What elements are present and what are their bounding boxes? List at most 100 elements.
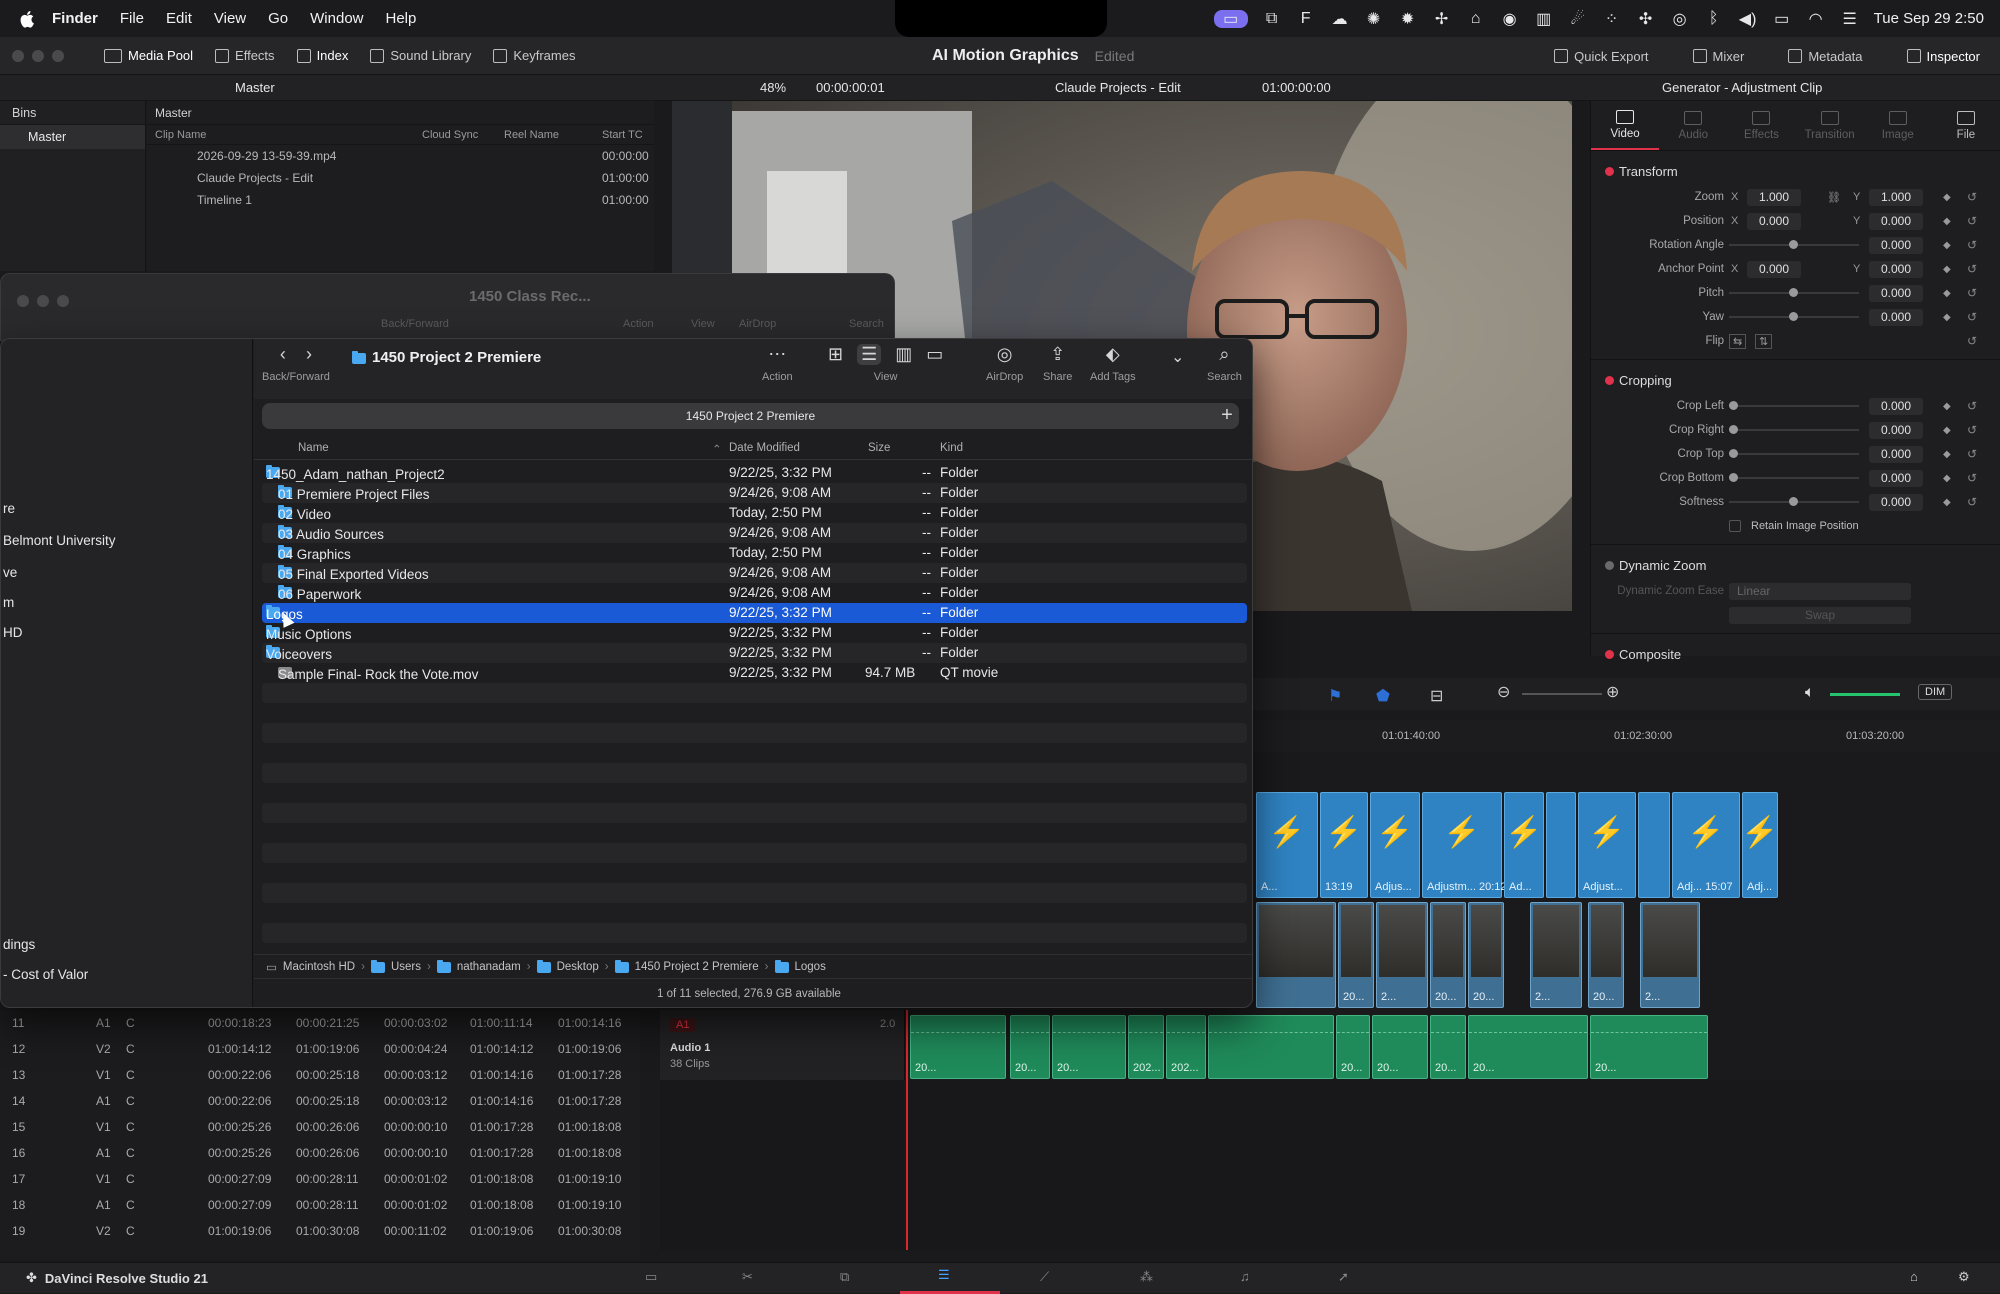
reset-icon[interactable]: ↺ xyxy=(1967,286,1977,300)
index-row[interactable]: 16 A1 C 00:00:25:26 00:00:26:06 00:00:00:10 01… xyxy=(0,1140,640,1166)
file-row[interactable]: Sample Final- Rock the Vote.mov 9/22/25, … xyxy=(262,663,1247,683)
index-row[interactable]: 14 A1 C 00:00:22:06 00:00:25:18 00:00:03:12 01… xyxy=(0,1088,640,1114)
transform-enable-toggle[interactable] xyxy=(1605,167,1614,176)
audio-track-id[interactable]: A1 xyxy=(670,1018,696,1032)
menu-edit[interactable]: Edit xyxy=(166,10,192,27)
font-app-icon[interactable]: F xyxy=(1296,10,1316,28)
keyframe-icon[interactable]: ◆ xyxy=(1943,497,1951,508)
wifi-icon[interactable]: ◠ xyxy=(1806,10,1826,28)
sidebar-item[interactable]: dings xyxy=(3,937,35,952)
finder-tab[interactable]: 1450 Project 2 Premiere xyxy=(262,403,1239,429)
viewer-zoom[interactable]: 48% xyxy=(760,80,786,95)
crop-left-slider[interactable] xyxy=(1729,401,1859,410)
volume-slider[interactable] xyxy=(1830,693,1900,696)
adjustment-clip[interactable]: ⚡ Adj... 15:07 xyxy=(1672,792,1740,898)
file-row[interactable]: ›04 GraphicsToday, 2:50 PM--Folder xyxy=(262,543,1247,563)
crop-bottom-field[interactable]: 0.000 xyxy=(1869,469,1923,487)
volume-icon[interactable]: ◀) xyxy=(1738,10,1758,28)
sidebar-item[interactable]: - Cost of Valor xyxy=(3,967,88,982)
marker-icon[interactable]: ⬟ xyxy=(1376,686,1390,706)
tab-video[interactable]: Video xyxy=(1591,101,1660,150)
camera-icon[interactable]: ◉ xyxy=(1500,10,1520,28)
menu-window[interactable]: Window xyxy=(310,10,363,27)
dynamic-zoom-section[interactable]: Dynamic Zoom xyxy=(1591,551,2000,579)
reset-icon[interactable]: ↺ xyxy=(1967,471,1977,485)
file-row[interactable]: ›02 VideoToday, 2:50 PM--Folder xyxy=(262,503,1247,523)
col-name[interactable]: Name xyxy=(298,442,329,454)
menu-clock[interactable]: Tue Sep 29 2:50 xyxy=(1874,10,1984,27)
file-row[interactable]: ›Voiceovers9/22/25, 3:32 PM--Folder xyxy=(262,643,1247,663)
col-clip-name[interactable]: Clip Name xyxy=(147,129,422,141)
mixer-toggle[interactable]: Mixer xyxy=(1692,49,1744,64)
quick-export-button[interactable]: Quick Export xyxy=(1554,49,1649,64)
path-item[interactable]: Macintosh HD xyxy=(283,961,355,973)
composite-section[interactable]: Composite xyxy=(1591,640,2000,668)
media-pool-row[interactable]: Timeline 1 01:00:00 xyxy=(147,189,654,211)
menu-file[interactable]: File xyxy=(120,10,144,27)
zoom-y-field[interactable]: 1.000 xyxy=(1869,188,1923,206)
dynamic-zoom-enable-toggle[interactable] xyxy=(1605,561,1614,570)
keyframe-icon[interactable]: ◆ xyxy=(1943,192,1951,203)
home-icon[interactable]: ⌂ xyxy=(1910,1269,1918,1284)
gamepad-icon[interactable]: ✣ xyxy=(1636,10,1656,28)
spark-icon[interactable]: ✺ xyxy=(1364,10,1384,28)
cloud-app-icon[interactable]: ☁ xyxy=(1330,10,1350,28)
zoom-in-icon[interactable]: ⊕ xyxy=(1606,682,1619,702)
drive-icon[interactable]: ⌂ xyxy=(1466,10,1486,28)
bin-master[interactable]: Master xyxy=(0,125,145,149)
zoom-out-icon[interactable]: ⊖ xyxy=(1497,682,1510,702)
media-pool-row[interactable]: Claude Projects - Edit 01:00:00 xyxy=(147,167,654,189)
path-item[interactable]: Logos xyxy=(795,961,826,973)
sidebar-item[interactable]: m xyxy=(3,595,14,610)
media-page-icon[interactable]: ▭ xyxy=(645,1269,657,1285)
creative-cloud-icon[interactable]: ☄ xyxy=(1568,10,1588,28)
metadata-toggle[interactable]: Metadata xyxy=(1788,49,1863,64)
adjustment-clip[interactable]: ⚡ 13:19 xyxy=(1320,792,1368,898)
window-minimize-button[interactable] xyxy=(32,49,44,62)
media-pool-toggle[interactable]: Media Pool xyxy=(104,48,193,63)
media-pool-row[interactable]: 2026-09-29 13-59-39.mp4 00:00:00 xyxy=(147,145,654,167)
col-kind[interactable]: Kind xyxy=(940,442,963,454)
background-finder-window[interactable]: 1450 Class Rec... Back/Forward Action Vi… xyxy=(0,273,895,341)
audio-clip[interactable]: 20... xyxy=(1372,1015,1428,1079)
rotation-field[interactable]: 0.000 xyxy=(1869,236,1923,254)
crop-right-field[interactable]: 0.000 xyxy=(1869,421,1923,439)
fairlight-page-icon[interactable]: ♫ xyxy=(1240,1269,1250,1284)
col-date-modified[interactable]: Date Modified xyxy=(729,442,800,454)
reset-icon[interactable]: ↺ xyxy=(1967,238,1977,252)
reset-icon[interactable]: ↺ xyxy=(1967,310,1977,324)
reset-icon[interactable]: ↺ xyxy=(1967,495,1977,509)
tab-effects[interactable]: Effects xyxy=(1727,101,1795,150)
battery-icon[interactable]: ▭ xyxy=(1772,10,1792,28)
tab-file[interactable]: File xyxy=(1932,101,2000,150)
yaw-slider[interactable] xyxy=(1729,312,1859,321)
window-close-button[interactable] xyxy=(12,49,24,62)
path-item[interactable]: Users xyxy=(391,961,421,973)
finder-window[interactable]: re Belmont University ve m HD dings - Co… xyxy=(0,338,1253,1008)
position-y-field[interactable]: 0.000 xyxy=(1869,212,1923,230)
audio-clip[interactable]: 20... xyxy=(1468,1015,1588,1079)
file-row[interactable]: ›03 Audio Sources9/24/26, 9:08 AM--Folde… xyxy=(262,523,1247,543)
video-clip[interactable] xyxy=(1256,902,1336,1008)
adjustment-clip[interactable]: ⚡ Adjust... xyxy=(1578,792,1636,898)
keyframe-icon[interactable]: ◆ xyxy=(1943,312,1951,323)
tab-audio[interactable]: Audio xyxy=(1659,101,1727,150)
sidebar-item[interactable]: Belmont University xyxy=(3,533,116,548)
keyframe-icon[interactable]: ◆ xyxy=(1943,240,1951,251)
audio-clip[interactable]: 202... xyxy=(1128,1015,1164,1079)
crop-right-slider[interactable] xyxy=(1729,425,1859,434)
file-row[interactable]: ›06 Paperwork9/24/26, 9:08 AM--Folder xyxy=(262,583,1247,603)
audio-clip[interactable]: 20... xyxy=(1010,1015,1050,1079)
audio-clip[interactable]: 20... xyxy=(1336,1015,1370,1079)
softness-field[interactable]: 0.000 xyxy=(1869,493,1923,511)
control-center-icon[interactable]: ☰ xyxy=(1840,10,1860,28)
audio-clip[interactable] xyxy=(1208,1015,1334,1079)
sidebar-item[interactable]: ve xyxy=(3,565,17,580)
index-row[interactable]: 11 A1 C 00:00:18:23 00:00:21:25 00:00:03:02 01… xyxy=(0,1010,640,1036)
inspector-toggle[interactable]: Inspector xyxy=(1906,49,1980,64)
composite-enable-toggle[interactable] xyxy=(1605,650,1614,659)
file-row-selected[interactable]: ›Logos9/22/25, 3:32 PM--Folder xyxy=(262,603,1247,623)
index-row[interactable]: 15 V1 C 00:00:25:26 00:00:26:06 00:00:00:10 01… xyxy=(0,1114,640,1140)
tab-transition[interactable]: Transition xyxy=(1796,101,1864,150)
file-row[interactable]: ›Music Options9/22/25, 3:32 PM--Folder xyxy=(262,623,1247,643)
